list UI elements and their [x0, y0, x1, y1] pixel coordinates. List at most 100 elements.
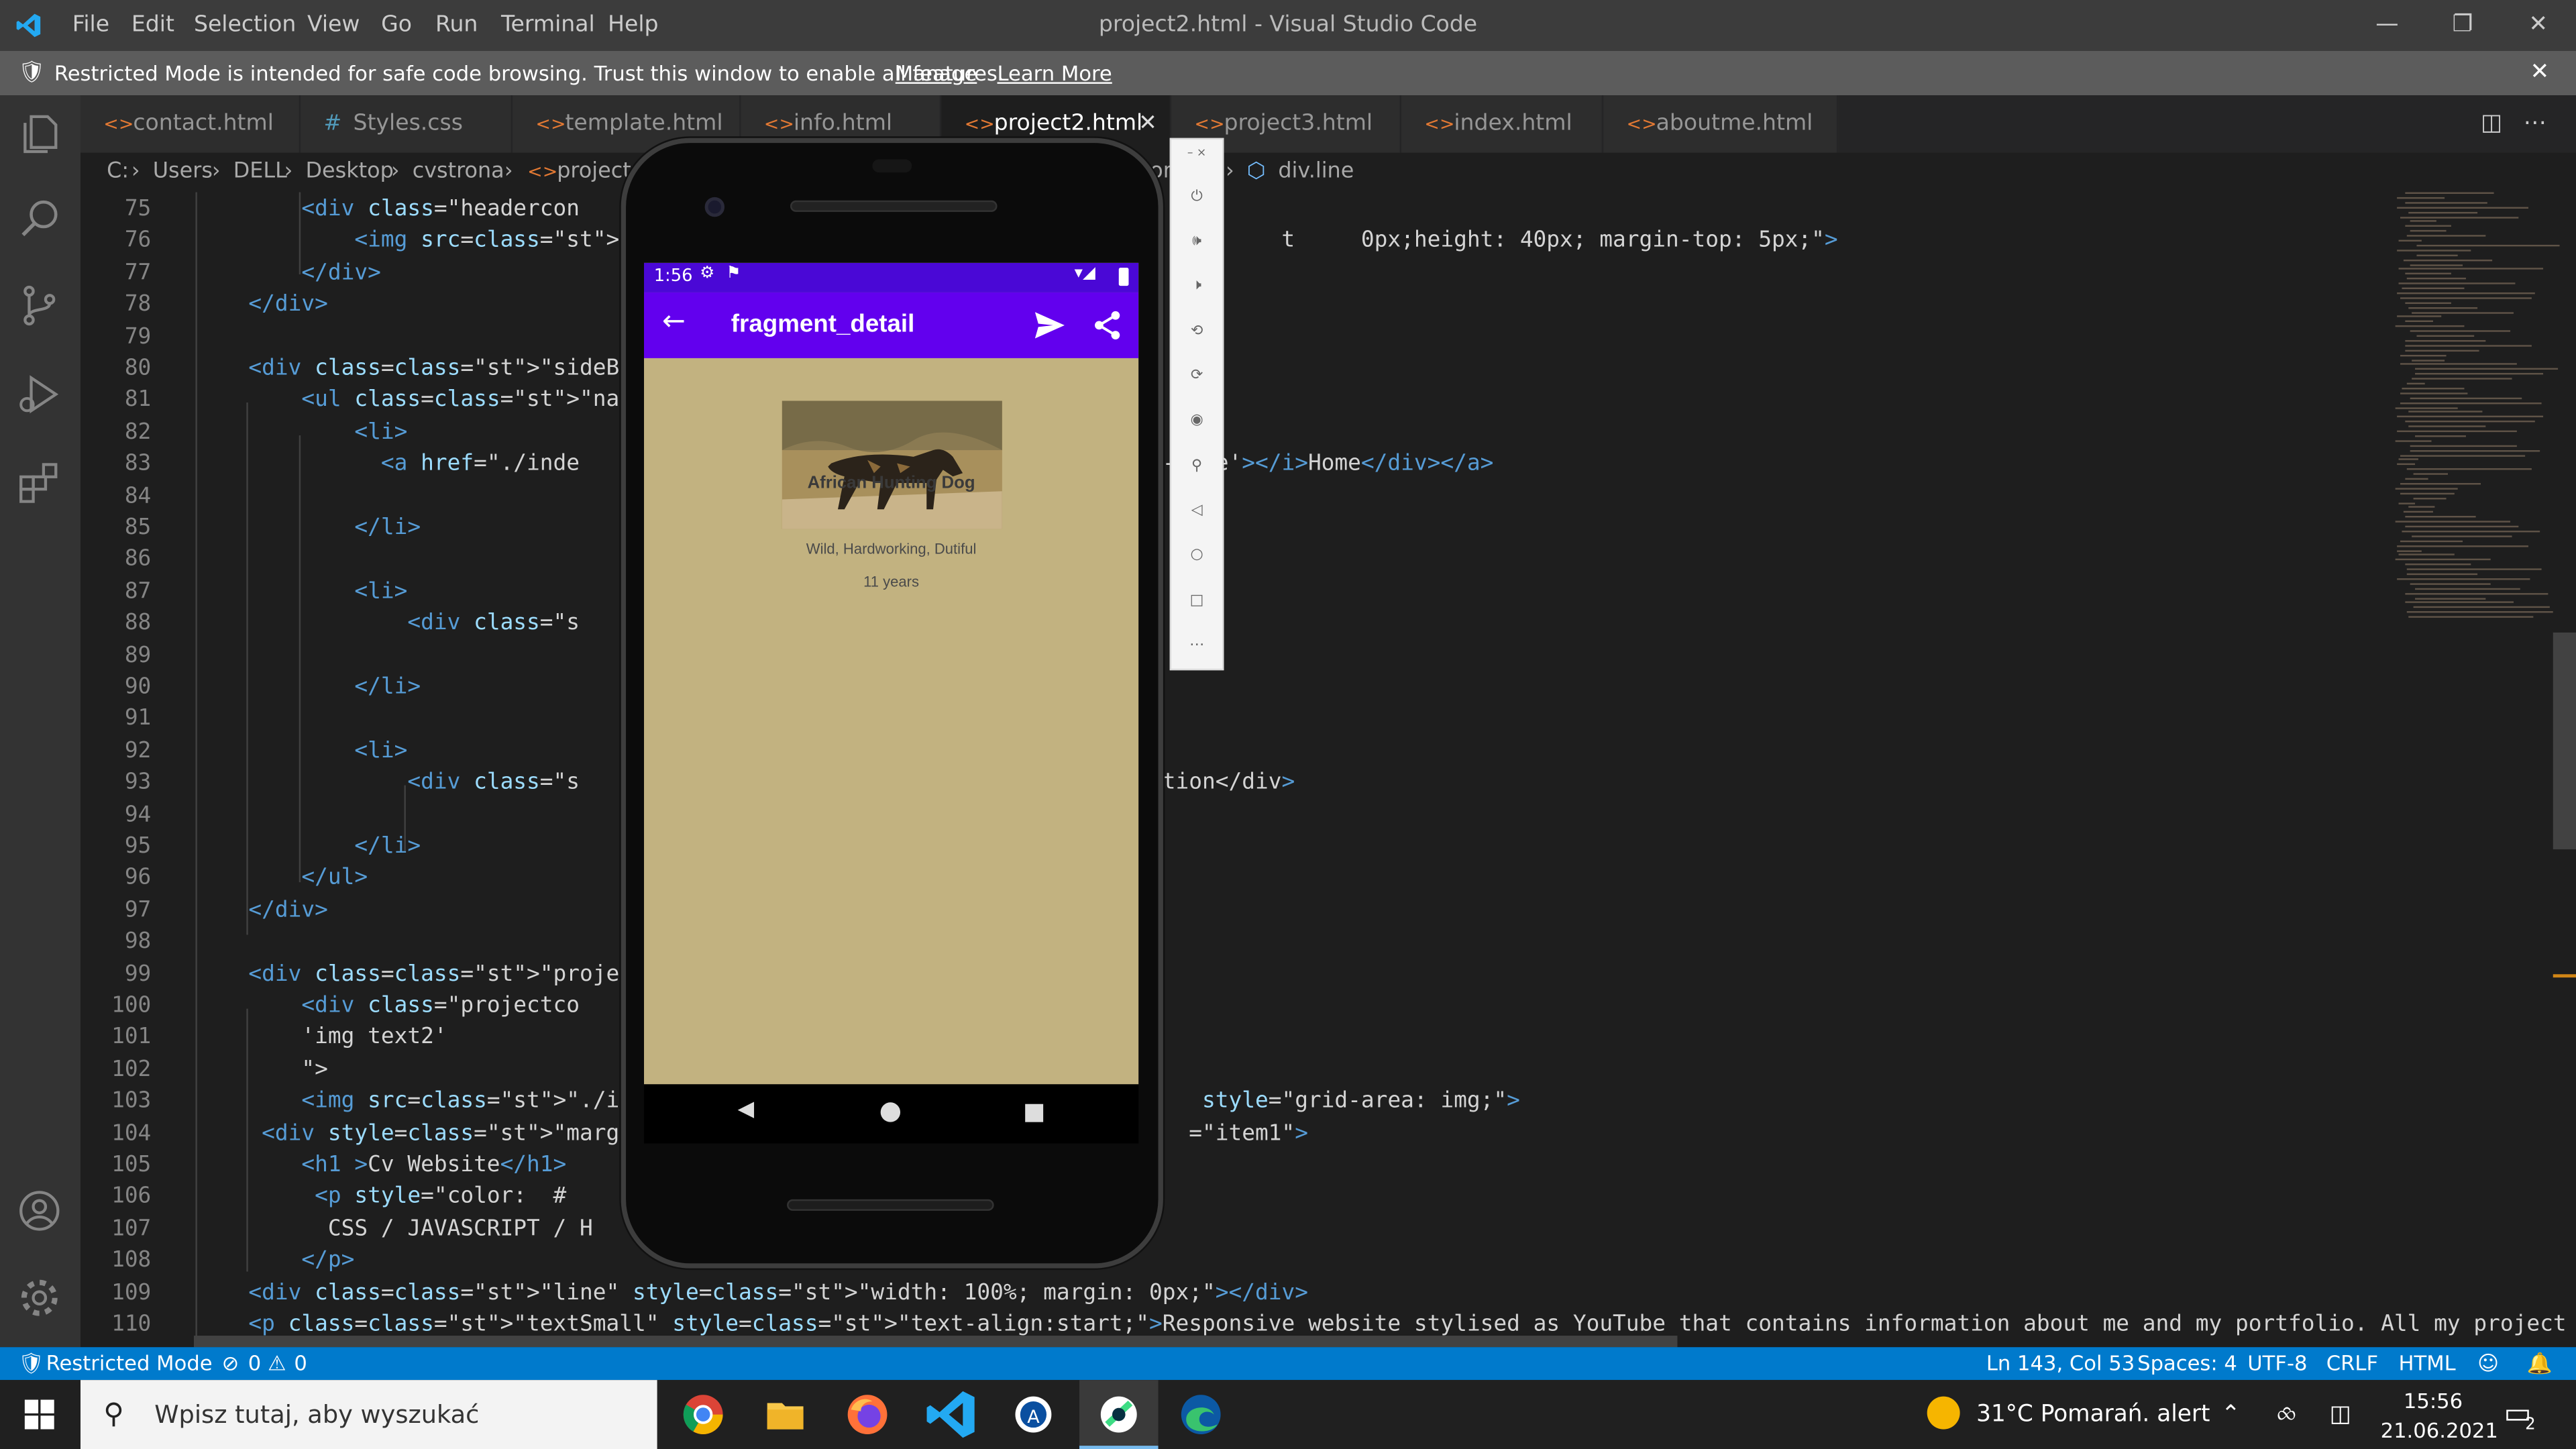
weather-text[interactable]: 31°C Pomarań. alert [1976, 1380, 2210, 1449]
code-line[interactable]: <div class="headercon [195, 197, 580, 222]
volume-down-icon[interactable]: 🕨 [1171, 278, 1222, 294]
menu-file[interactable]: File [72, 0, 109, 51]
overview-icon[interactable]: □ [1171, 593, 1222, 609]
breadcrumb-item[interactable]: DELL [233, 153, 287, 193]
search-icon[interactable] [15, 194, 64, 243]
close-banner-icon[interactable]: ✕ [2530, 51, 2549, 95]
menu-run[interactable]: Run [435, 0, 478, 51]
minimize-emulator-icon[interactable]: – × [1171, 146, 1222, 160]
menu-edit[interactable]: Edit [131, 0, 174, 51]
manage-link[interactable]: Manage [896, 51, 977, 95]
breadcrumb-item[interactable]: project [557, 153, 631, 193]
more-options-icon[interactable]: ⋯ [1171, 637, 1222, 653]
language-mode[interactable]: HTML [2399, 1347, 2456, 1380]
firefox-icon[interactable] [839, 1387, 895, 1442]
rotate-right-icon[interactable]: ⟳ [1171, 368, 1222, 384]
nav-back-icon[interactable]: ◀ [738, 1097, 754, 1122]
rotate-left-icon[interactable]: ⟲ [1171, 323, 1222, 339]
chrome-icon[interactable] [676, 1387, 731, 1442]
restore-icon[interactable]: ❐ [2425, 0, 2501, 51]
feedback-icon[interactable]: ☺ [2477, 1347, 2499, 1380]
code-line[interactable]: <li> [195, 420, 407, 445]
restricted-mode-status[interactable]: Restricted Mode [46, 1347, 213, 1380]
code-line[interactable]: </div> [195, 292, 327, 317]
vscode-taskbar-icon[interactable] [923, 1387, 979, 1442]
tab-contact[interactable]: <> contact.html [80, 95, 301, 153]
nav-home-icon[interactable] [880, 1102, 901, 1122]
file-explorer-icon[interactable] [757, 1387, 813, 1442]
minimize-icon[interactable]: — [2349, 0, 2425, 51]
breadcrumb-item[interactable]: Desktop [306, 153, 394, 193]
windows-start-icon[interactable] [24, 1399, 54, 1430]
nav-overview-icon[interactable] [1025, 1104, 1044, 1122]
edge-icon[interactable] [1173, 1387, 1229, 1442]
code-line[interactable]: <div class=class="st">"project"> [195, 962, 672, 987]
code-line[interactable]: </p> [195, 1249, 354, 1274]
power-icon[interactable]: ⏻ [1171, 189, 1222, 205]
source-control-icon[interactable] [15, 281, 64, 330]
menu-help[interactable]: Help [608, 0, 658, 51]
learn-more-link[interactable]: Learn More [998, 51, 1112, 95]
notification-center-icon[interactable]: ▭ [2504, 1380, 2532, 1449]
code-line[interactable]: </li> [195, 835, 421, 859]
code-line[interactable]: 'img text2' [195, 1026, 447, 1051]
encoding[interactable]: UTF-8 [2247, 1347, 2307, 1380]
menu-terminal[interactable]: Terminal [501, 0, 595, 51]
warning-icon[interactable]: ⚠ [268, 1347, 286, 1380]
chevron-up-icon[interactable]: ⌃ [2221, 1380, 2241, 1449]
camera-icon[interactable]: ◉ [1171, 413, 1222, 429]
more-actions-icon[interactable]: ⋯ [2524, 95, 2546, 153]
menu-go[interactable]: Go [381, 0, 412, 51]
volume-up-icon[interactable]: 🕪 [1171, 233, 1222, 250]
home-icon[interactable]: ○ [1171, 547, 1222, 564]
back-arrow-icon[interactable]: ← [662, 306, 686, 339]
share-icon[interactable] [1094, 311, 1120, 340]
error-icon[interactable]: ⊘ [222, 1347, 239, 1380]
taskbar-search-box[interactable]: ⚲ Wpisz tutaj, aby wyszukać [80, 1380, 657, 1449]
code-line[interactable]: CSS / JAVASCRIPT / H [195, 1217, 593, 1242]
extensions-icon[interactable] [15, 458, 64, 507]
back-icon[interactable]: ◁ [1171, 502, 1222, 519]
code-line[interactable]: <h1 >Cv Website</h1> [195, 1153, 566, 1178]
code-editor[interactable]: 75 <div class="headercon 76 <img src=clas… [80, 192, 2576, 1348]
code-line[interactable]: <div class=class="st">"line" style=class… [195, 1281, 1308, 1305]
zoom-icon[interactable]: ⚲ [1171, 458, 1222, 474]
tab-index[interactable]: <> index.html [1401, 95, 1604, 153]
code-line[interactable]: "> [195, 1058, 328, 1083]
wifi-icon[interactable]: ⧝ [2277, 1380, 2296, 1449]
menu-selection[interactable]: Selection [194, 0, 296, 51]
clock-date[interactable]: 21.06.2021 [2381, 1417, 2498, 1442]
app-icon[interactable]: A [1006, 1387, 1061, 1442]
android-studio-icon[interactable] [1079, 1380, 1159, 1449]
code-line[interactable]: </ul> [195, 867, 368, 892]
breadcrumb-item[interactable]: Users [153, 153, 213, 193]
code-line[interactable]: </li> [195, 676, 421, 700]
clock-time[interactable]: 15:56 [2404, 1388, 2463, 1413]
code-line[interactable]: <li> [195, 739, 407, 764]
code-line[interactable]: <div class=class="st">"sideBar"> [195, 356, 672, 381]
breadcrumb-item[interactable]: C: [107, 153, 129, 193]
vertical-scrollbar[interactable] [2553, 632, 2576, 850]
menu-view[interactable]: View [307, 0, 360, 51]
close-window-icon[interactable]: ✕ [2500, 0, 2576, 51]
phone-screen[interactable]: 1:56 ⚙ ⚑ ▾◢ ← fragment_detail African Hu… [644, 262, 1139, 1085]
breadcrumb-item[interactable]: div.line [1278, 153, 1354, 193]
split-editor-icon[interactable]: ◫ [2481, 95, 2502, 153]
send-icon[interactable] [1034, 312, 1065, 339]
explorer-icon[interactable] [15, 109, 64, 158]
code-line[interactable]: <p class=class="st">"textSmall" style=cl… [195, 1313, 2576, 1338]
horizontal-scrollbar[interactable] [193, 1336, 1678, 1348]
code-line[interactable]: </div> [195, 261, 380, 286]
code-line[interactable]: <p style="color: # [195, 1185, 566, 1210]
battery-icon[interactable]: ◫ [2330, 1380, 2351, 1449]
indentation[interactable]: Spaces: 4 [2137, 1347, 2237, 1380]
tab-aboutme[interactable]: <> aboutme.html [1603, 95, 1839, 153]
settings-gear-icon[interactable] [15, 1273, 64, 1322]
code-line[interactable]: <li> [195, 580, 407, 604]
run-debug-icon[interactable] [15, 370, 64, 419]
account-icon[interactable] [15, 1186, 64, 1235]
line-ending[interactable]: CRLF [2326, 1347, 2378, 1380]
tab-styles[interactable]: # Styles.css [301, 95, 513, 153]
notifications-bell-icon[interactable]: 🔔 [2527, 1347, 2553, 1380]
close-tab-icon[interactable]: ✕ [1138, 95, 1157, 153]
